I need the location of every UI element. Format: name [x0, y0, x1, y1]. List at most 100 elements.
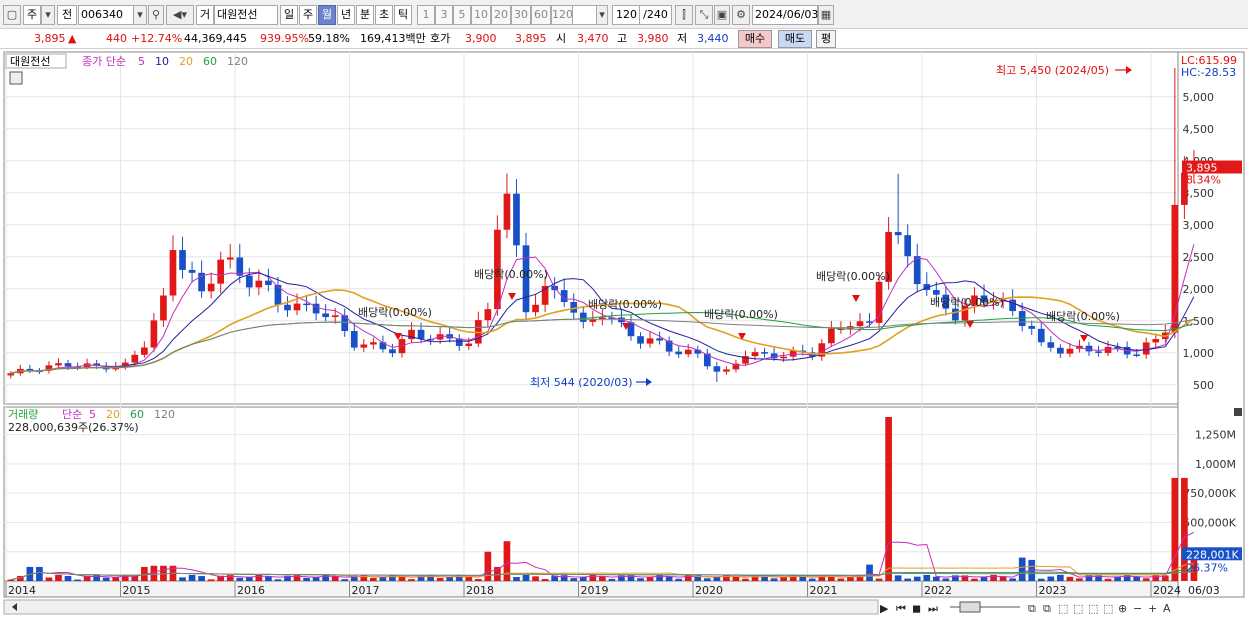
chevron-down-icon[interactable]: ▾ — [41, 5, 55, 25]
volume-bar — [1104, 578, 1112, 581]
volume-bar — [780, 576, 787, 581]
year-label: 2016 — [237, 584, 265, 597]
volume-legend-ma: 60 — [130, 408, 144, 421]
period-button-0[interactable]: 일 — [280, 5, 298, 25]
year-label: 2014 — [8, 584, 36, 597]
volume-bar — [942, 578, 950, 581]
tool-icon-6[interactable]: ⊕ — [1118, 602, 1127, 615]
calendar-icon[interactable]: ▦ — [818, 5, 834, 25]
candle-body — [761, 352, 768, 354]
dividend-label: 배당락(0.00%) — [1046, 310, 1120, 323]
horizontal-scrollbar[interactable] — [3, 599, 879, 615]
period-button-3[interactable]: 년 — [337, 5, 355, 25]
tool-icon-0[interactable]: ⧉ — [1028, 602, 1036, 615]
tool-icon-7[interactable]: − — [1133, 602, 1142, 615]
volume-bar — [866, 564, 873, 581]
period-button-1[interactable]: 주 — [299, 5, 317, 25]
pane-collapse-icon[interactable] — [1234, 408, 1242, 416]
market-type-select[interactable]: 주 — [23, 5, 41, 25]
playback-icon-0[interactable]: ▶ — [880, 602, 889, 615]
blank-dropdown-icon[interactable]: ▾ — [596, 5, 608, 25]
candle-body — [7, 373, 15, 376]
price-pane[interactable] — [3, 51, 1179, 405]
tool-icon-8[interactable]: + — [1148, 602, 1157, 615]
code-dropdown-icon[interactable]: ▾ — [133, 5, 147, 25]
volume-bar — [303, 577, 310, 581]
price-tick-label: 3,000 — [1183, 219, 1215, 232]
interval-button-6[interactable]: 60 — [531, 5, 551, 25]
evaluate-button[interactable]: 평 — [816, 30, 836, 48]
interval-button-1[interactable]: 3 — [435, 5, 453, 25]
interval-button-0[interactable]: 1 — [417, 5, 435, 25]
stock-chart[interactable]: 5001,0001,5002,0002,5003,0003,5004,0004,… — [0, 50, 1248, 621]
tool-icon-5[interactable]: ⬚ — [1103, 602, 1113, 615]
mode-select[interactable]: 전 — [57, 5, 77, 25]
candle-style-icon[interactable]: ⫿ — [675, 5, 693, 25]
end-date-label: 06/03 — [1188, 584, 1220, 597]
tool-icon-1[interactable]: ⧉ — [1043, 602, 1051, 615]
window-menu-icon[interactable]: ▢ — [3, 5, 21, 25]
dividend-label: 배당락(0.00%) — [358, 306, 432, 319]
volume-bar — [370, 577, 377, 581]
interval-button-2[interactable]: 5 — [453, 5, 471, 25]
count-input[interactable]: 120 — [612, 5, 640, 25]
low-note: 최저 544 (2020/03) — [530, 376, 633, 389]
playback-icon-2[interactable]: ◼ — [912, 602, 921, 615]
period-button-2[interactable]: 월 — [318, 5, 336, 25]
price-legend-prefix: 종가 단순 — [82, 55, 126, 68]
tool-icon-3[interactable]: ⬚ — [1073, 602, 1083, 615]
volume-tag-pct: 26.37% — [1186, 561, 1228, 574]
period-button-4[interactable]: 분 — [356, 5, 374, 25]
year-label: 2024 — [1153, 584, 1181, 597]
candle-body — [904, 235, 912, 257]
interval-button-5[interactable]: 30 — [511, 5, 531, 25]
tool-icon-2[interactable]: ⬚ — [1058, 602, 1068, 615]
volume-bar — [770, 578, 778, 581]
search-icon[interactable]: ⚲ — [148, 5, 164, 25]
volume-bar — [379, 577, 387, 581]
tool-icon-9[interactable]: A — [1163, 602, 1171, 615]
sell-button[interactable]: 매도 — [778, 30, 812, 48]
sound-icon[interactable]: ◀▾ — [166, 5, 194, 25]
year-label: 2015 — [123, 584, 151, 597]
playback-icon-3[interactable]: ⏭ — [928, 602, 938, 615]
candle-body — [179, 250, 186, 270]
gear-icon[interactable]: ⚙ — [732, 5, 750, 25]
volume-bar — [436, 578, 444, 581]
change-arrow: ▲ — [68, 32, 77, 45]
volume-bar — [408, 579, 415, 581]
volume-bar — [875, 578, 883, 581]
stock-name-field[interactable]: 대원전선 — [214, 5, 278, 25]
year-label: 2023 — [1039, 584, 1067, 597]
crosshair-icon[interactable]: ⤡ — [695, 5, 713, 25]
table-toggle-icon[interactable] — [9, 71, 23, 85]
zoom-slider-handle[interactable] — [959, 601, 981, 613]
year-label: 2018 — [466, 584, 494, 597]
volume-bar — [713, 576, 721, 581]
candle-body — [484, 309, 492, 321]
volume-bar — [541, 578, 549, 581]
interval-button-7[interactable]: 120 — [551, 5, 573, 25]
playback-icon-1[interactable]: ⏮ — [896, 602, 906, 615]
volume-legend-ma: 5 — [89, 408, 96, 421]
tool-icon-4[interactable]: ⬚ — [1088, 602, 1098, 615]
volume-bar — [1133, 576, 1141, 581]
save-icon[interactable]: ▣ — [714, 5, 730, 25]
volume-pane[interactable] — [3, 406, 1179, 582]
interval-button-4[interactable]: 20 — [491, 5, 511, 25]
candle-body — [265, 280, 272, 285]
date-input[interactable]: 2024/06/03 — [752, 5, 818, 25]
count-total: /240 — [640, 5, 672, 25]
volume-bar — [102, 577, 110, 581]
volume-bar — [646, 576, 654, 581]
stock-code-input[interactable]: 006340 — [78, 5, 134, 25]
candle-body — [1047, 342, 1055, 348]
buy-button[interactable]: 매수 — [738, 30, 772, 48]
volume-bar — [245, 577, 253, 581]
volume-bar — [703, 578, 711, 581]
period-button-5[interactable]: 초 — [375, 5, 393, 25]
volume-bar — [179, 577, 186, 581]
blank-select[interactable] — [572, 5, 598, 25]
period-button-6[interactable]: 틱 — [394, 5, 412, 25]
interval-button-3[interactable]: 10 — [471, 5, 491, 25]
